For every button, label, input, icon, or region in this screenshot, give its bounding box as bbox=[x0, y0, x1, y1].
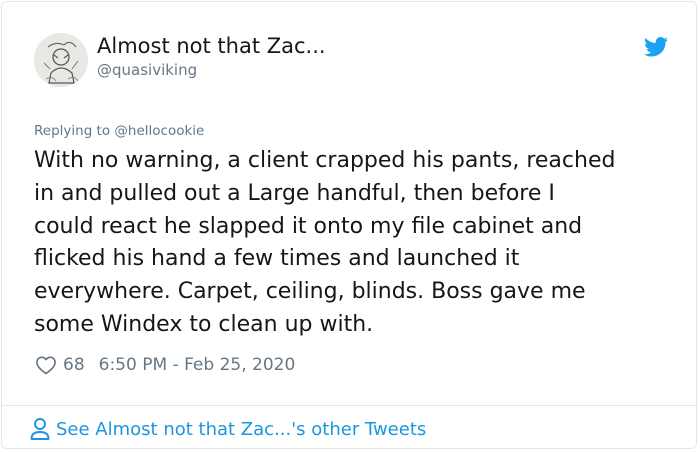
author-display-name[interactable]: Almost not that Zac... bbox=[97, 34, 326, 58]
tweet-text-line: flicked his hand a few times and launche… bbox=[34, 246, 520, 272]
twitter-bird-icon[interactable] bbox=[644, 37, 668, 57]
author-handle[interactable]: @quasiviking bbox=[97, 61, 197, 79]
other-tweets-link[interactable]: See Almost not that Zac...'s other Tweet… bbox=[29, 415, 426, 443]
avatar[interactable] bbox=[34, 33, 88, 87]
like-count[interactable]: 68 bbox=[63, 355, 85, 375]
tweet-text-line: could react he slapped it onto my file c… bbox=[34, 213, 583, 239]
footer-divider bbox=[2, 405, 696, 406]
tweet-text-line: With no warning, a client crapped his pa… bbox=[34, 148, 616, 173]
sketch-avatar-icon bbox=[34, 33, 88, 87]
tweet-card: Almost not that Zac... @quasiviking Repl… bbox=[1, 1, 697, 449]
tweet-timestamp[interactable]: 6:50 PM - Feb 25, 2020 bbox=[99, 355, 296, 375]
tweet-text-line: some Windex to clean up with. bbox=[34, 311, 374, 337]
replying-to: Replying to @hellocookie bbox=[34, 123, 204, 139]
tweet-text: With no warning, a client crapped his pa… bbox=[34, 145, 684, 342]
replying-to-label: Replying to bbox=[34, 123, 115, 139]
tweet-text-line: everywhere. Carpet, ceiling, blinds. Bos… bbox=[34, 279, 586, 305]
reply-mention-link[interactable]: @hellocookie bbox=[114, 123, 204, 139]
other-tweets-link-label: See Almost not that Zac...'s other Tweet… bbox=[56, 418, 427, 440]
person-outline-icon bbox=[30, 418, 50, 440]
heart-outline-icon[interactable] bbox=[35, 355, 57, 375]
tweet-text-line: in and pulled out a Large handful, then … bbox=[34, 180, 555, 206]
tweet-meta: 68 6:50 PM - Feb 25, 2020 bbox=[35, 352, 295, 378]
